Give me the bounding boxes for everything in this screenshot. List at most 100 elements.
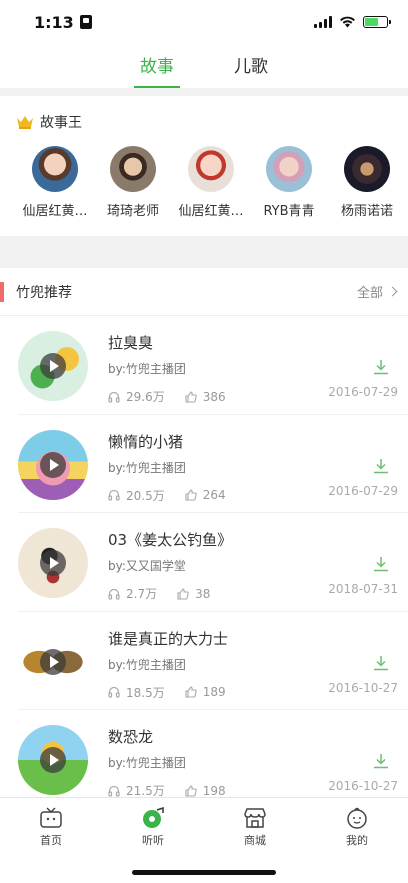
status-icons: [314, 16, 391, 28]
item-date: 2018-07-31: [328, 582, 398, 596]
section-bar: [0, 281, 4, 302]
recommend-header: 竹兜推荐 全部: [0, 268, 408, 316]
like-count: 198: [202, 783, 226, 798]
item-title: 03《姜太公钓鱼》: [108, 531, 233, 549]
download-icon[interactable]: [372, 752, 390, 770]
cover-image: [18, 725, 88, 795]
thumbs-up-icon: [185, 390, 197, 403]
list-item[interactable]: 谁是真正的大力士 by:竹兜主播团 18.5万 189 2016-10-27: [18, 612, 408, 710]
view-all-label: 全部: [356, 286, 383, 301]
thumbs-up-icon: [177, 587, 189, 600]
story-kings-list: 仙居红黄… 琦琦老师 仙居红黄… RYB青青 杨雨诺诺: [0, 136, 408, 219]
like-count: 189: [202, 685, 226, 699]
item-author: by:又又国学堂: [108, 559, 186, 573]
download-icon[interactable]: [372, 654, 390, 672]
battery-icon: [363, 16, 391, 28]
home-indicator[interactable]: [132, 870, 276, 875]
tab-songs[interactable]: 儿歌: [232, 44, 270, 88]
item-author: by:竹兜主播团: [108, 460, 186, 475]
like-count: 264: [202, 488, 226, 502]
play-icon[interactable]: [40, 353, 66, 379]
item-date: 2016-07-29: [328, 385, 398, 399]
thumbs-up-icon: [185, 784, 197, 797]
cover-image: [18, 626, 88, 697]
king-item[interactable]: 琦琦老师: [94, 146, 172, 219]
headphones-icon: [108, 785, 120, 797]
play-icon[interactable]: [40, 648, 66, 675]
avatar: [110, 146, 156, 192]
avatar: [32, 146, 78, 192]
item-author: by:竹兜主播团: [108, 756, 186, 770]
item-date: 2016-10-27: [328, 779, 398, 793]
list-item[interactable]: 懒惰的小猪 by:竹兜主播团 20.5万 264 2016-07-29: [18, 415, 408, 513]
nav-label: 首页: [40, 834, 62, 847]
download-icon[interactable]: [372, 457, 390, 475]
nav-label: 听听: [142, 834, 164, 847]
crown-icon: [17, 116, 33, 129]
item-author: by:竹兜主播团: [108, 657, 186, 672]
king-item[interactable]: 杨雨诺诺: [328, 146, 406, 219]
view-all-link[interactable]: 全部: [356, 282, 398, 301]
cover-image: [18, 429, 88, 500]
list-item[interactable]: 拉臭臭 by:竹兜主播团 29.6万 386 2016-07-29: [18, 316, 408, 415]
tv-icon: [40, 807, 62, 828]
headphones-icon: [108, 588, 120, 600]
shop-icon: [244, 808, 266, 828]
play-icon[interactable]: [40, 550, 66, 576]
like-count: 38: [195, 586, 211, 601]
item-date: 2016-07-29: [328, 483, 398, 498]
download-icon[interactable]: [372, 555, 390, 573]
top-tabs: 故事 儿歌: [0, 44, 408, 88]
item-date: 2016-10-27: [328, 680, 398, 695]
avatar: [266, 146, 312, 192]
divider: [0, 236, 408, 268]
tab-story[interactable]: 故事: [134, 44, 180, 88]
king-name: RYB青青: [263, 204, 315, 219]
recommend-title: 竹兜推荐: [0, 281, 72, 302]
chevron-right-icon: [387, 286, 398, 297]
recommend-title-text: 竹兜推荐: [16, 284, 72, 301]
list-item[interactable]: 03《姜太公钓鱼》 by:又又国学堂 2.7万 38 2018-07-31: [18, 513, 408, 612]
play-count: 29.6万: [126, 390, 165, 404]
play-icon[interactable]: [40, 451, 66, 478]
king-item[interactable]: 仙居红黄…: [16, 146, 94, 219]
item-title: 懒惰的小猪: [108, 432, 184, 451]
avatar: [344, 146, 390, 192]
item-title: 拉臭臭: [108, 334, 154, 352]
divider: [0, 88, 408, 96]
headphones-icon: [108, 489, 120, 501]
story-kings-title: 故事王: [40, 115, 82, 131]
item-title: 谁是真正的大力士: [108, 629, 229, 648]
nav-mine[interactable]: 我的: [306, 798, 408, 883]
play-count: 20.5万: [126, 488, 165, 503]
signal-icon: [314, 16, 332, 28]
king-name: 杨雨诺诺: [340, 204, 393, 219]
cover-image: [18, 331, 88, 401]
headphones-icon: [108, 391, 120, 403]
king-name: 仙居红黄…: [178, 204, 244, 219]
download-icon[interactable]: [372, 358, 390, 376]
baby-face-icon: [347, 807, 367, 829]
music-disc-icon: [143, 807, 164, 828]
king-item[interactable]: 仙居红黄…: [172, 146, 250, 219]
item-author: by:竹兜主播团: [108, 362, 186, 376]
avatar: [188, 146, 234, 192]
story-kings-header: 故事王: [0, 96, 408, 136]
king-item[interactable]: RYB青青: [250, 146, 328, 219]
list-item[interactable]: 数恐龙 by:竹兜主播团 21.5万 198 2016-10-27: [18, 710, 408, 809]
nav-home[interactable]: 首页: [0, 798, 102, 883]
play-count: 2.7万: [126, 587, 158, 601]
time-text: 1:13: [34, 12, 74, 32]
item-title: 数恐龙: [108, 728, 154, 746]
thumbs-up-icon: [185, 489, 197, 501]
play-icon[interactable]: [40, 747, 66, 773]
nav-label: 商城: [244, 834, 266, 847]
id-badge-icon: [79, 15, 92, 29]
wifi-icon: [340, 16, 355, 28]
king-name: 琦琦老师: [106, 204, 159, 219]
status-time: 1:13: [34, 13, 92, 32]
headphones-icon: [108, 686, 120, 698]
king-name: 仙居红黄…: [22, 204, 88, 219]
thumbs-up-icon: [185, 686, 197, 698]
status-bar: 1:13: [0, 0, 408, 44]
